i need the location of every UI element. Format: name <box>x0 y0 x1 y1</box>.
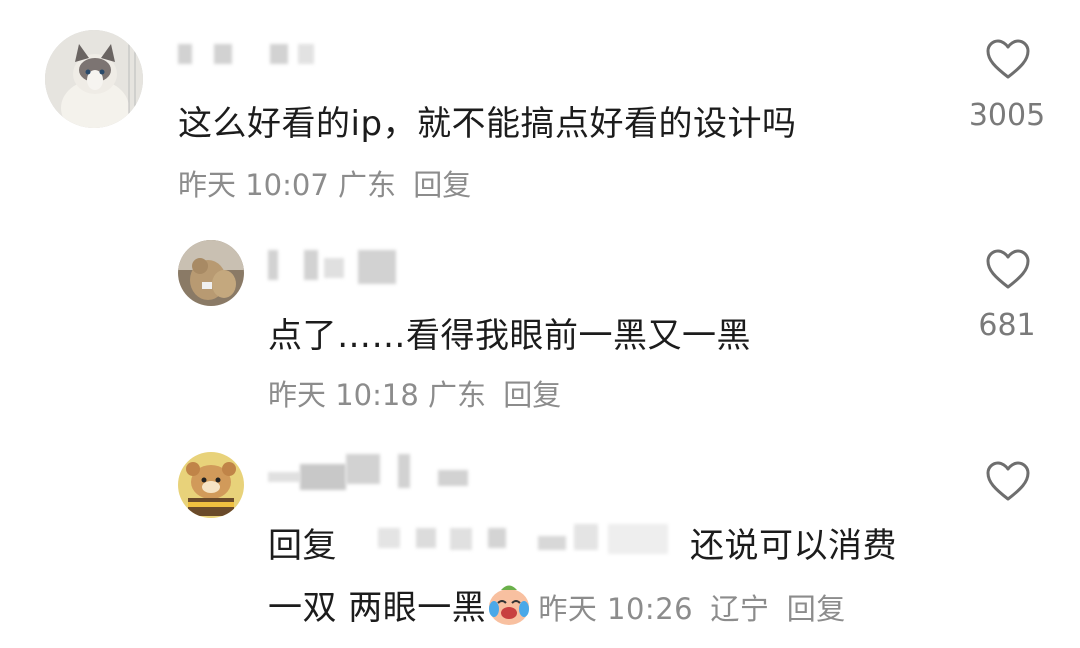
like-count: 681 <box>978 308 1036 343</box>
comment-time: 昨天 10:26 <box>538 592 694 626</box>
reply-prefix: 回复 <box>268 526 337 566</box>
comment-text-line2: 一双 两眼一黑 昨天 10:26 辽宁 回复 <box>268 580 846 629</box>
comment-time: 昨天 10:18 <box>268 378 419 412</box>
comment-text: 点了……看得我眼前一黑又一黑 <box>268 316 751 356</box>
heart-icon[interactable] <box>985 460 1031 502</box>
plush-bear-avatar-icon <box>178 240 244 306</box>
reply-button[interactable]: 回复 <box>413 168 471 202</box>
avatar[interactable] <box>178 452 244 518</box>
username-blurred[interactable] <box>178 44 328 78</box>
comment-location: 广东 <box>428 378 487 412</box>
crying-laughing-emoji-icon <box>489 585 530 625</box>
duffy-bear-avatar-icon <box>178 452 244 518</box>
comment-meta: 昨天 10:07 广东 回复 <box>178 162 471 204</box>
avatar[interactable] <box>178 240 244 306</box>
like-count: 3005 <box>968 98 1046 133</box>
reply-button[interactable]: 回复 <box>787 592 846 626</box>
heart-icon[interactable] <box>985 248 1031 290</box>
heart-icon[interactable] <box>985 38 1031 80</box>
cat-avatar-icon <box>45 30 143 128</box>
comment-text-continued: 还说可以消费 <box>690 526 897 566</box>
comment-time: 昨天 10:07 <box>178 168 329 202</box>
comment-text: 回复 <box>268 518 337 567</box>
comment-text: 这么好看的ip，就不能搞点好看的设计吗 <box>178 104 797 144</box>
username-blurred[interactable] <box>268 454 478 490</box>
username-blurred[interactable] <box>268 250 408 284</box>
comment-meta: 昨天 10:18 广东 回复 <box>268 372 561 414</box>
mentioned-username-blurred[interactable] <box>378 522 678 556</box>
avatar[interactable] <box>45 30 143 128</box>
comment-location: 广东 <box>338 168 397 202</box>
reply-button[interactable]: 回复 <box>503 378 561 412</box>
comment-location: 辽宁 <box>710 592 770 626</box>
